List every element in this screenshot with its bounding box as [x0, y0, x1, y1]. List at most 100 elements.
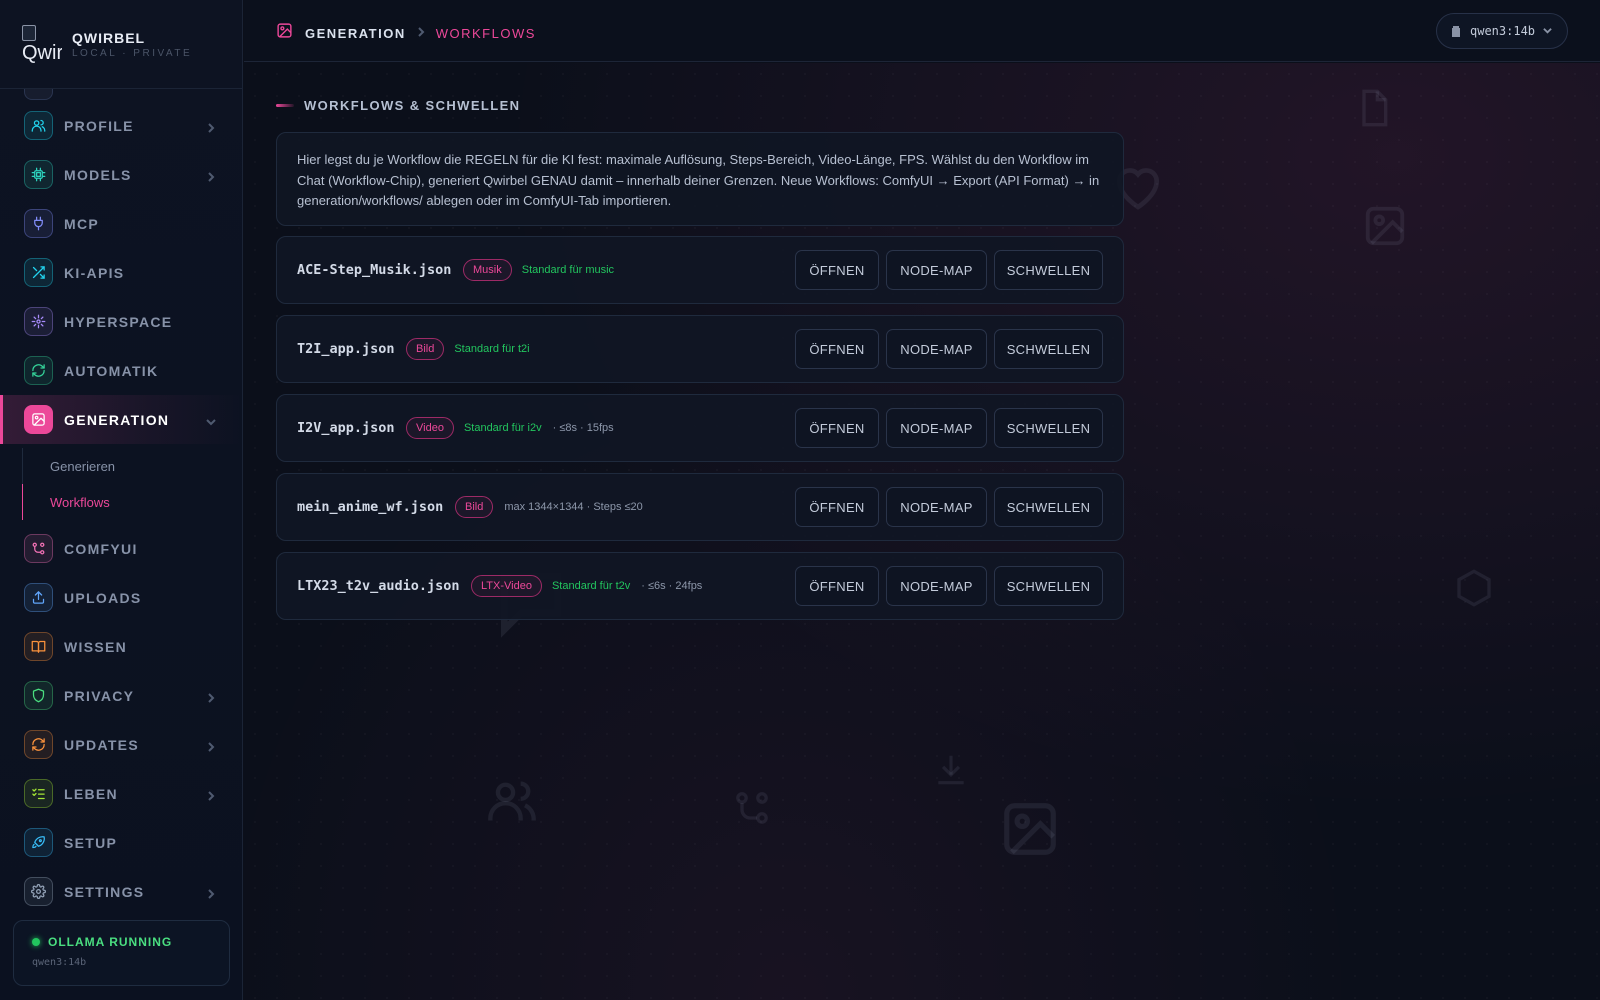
workflow-card: T2I_app.json Bild Standard für t2i ÖFFNEN NO… — [276, 315, 1124, 383]
chevron-right-icon — [206, 169, 216, 182]
sidebar-item-label: KI-APIS — [64, 264, 125, 281]
open-button[interactable]: ÖFFNEN — [795, 487, 879, 527]
thresholds-button[interactable]: SCHWELLEN — [994, 408, 1103, 448]
workflow-actions: ÖFFNEN NODE-MAP SCHWELLEN — [788, 250, 1103, 290]
brand-logo: Qwir — [20, 23, 62, 65]
nodes-icon — [24, 534, 53, 563]
info-card: Hier legst du je Workflow die REGELN für… — [276, 132, 1124, 226]
node-map-button[interactable]: NODE-MAP — [886, 408, 987, 448]
shuffle-icon — [24, 258, 53, 287]
workflow-filename: mein_anime_wf.json — [297, 499, 444, 515]
sidebar-nav: PROFILE MODELS MCP KI-APIS HYPERSPACE AUTOMAT… — [0, 89, 243, 916]
model-selector[interactable]: qwen3:14b — [1436, 13, 1568, 49]
shield-icon — [24, 681, 53, 710]
sidebar-item-profile[interactable]: PROFILE — [0, 101, 243, 150]
sidebar-item-uploads[interactable]: UPLOADS — [0, 573, 243, 622]
sidebar-item-label: COMFYUI — [64, 540, 138, 557]
sidebar-item-wissen[interactable]: WISSEN — [0, 622, 243, 671]
subnav-item-generieren[interactable]: Generieren — [23, 448, 243, 484]
sidebar-item-label: PRIVACY — [64, 687, 135, 704]
workflow-default-label: Standard für i2v — [463, 422, 542, 434]
brand-text: QWIRBEL LOCAL · PRIVATE — [72, 30, 192, 59]
rocket-icon — [24, 828, 53, 857]
file-icon — [1354, 86, 1394, 135]
chevron-right-icon — [206, 120, 216, 133]
sidebar-item-models[interactable]: MODELS — [0, 150, 243, 199]
sidebar-item-leben[interactable]: LEBEN — [0, 769, 243, 818]
workflow-actions: ÖFFNEN NODE-MAP SCHWELLEN — [788, 566, 1103, 606]
workflow-default-label: Standard für t2v — [551, 580, 631, 592]
thresholds-button[interactable]: SCHWELLEN — [994, 487, 1103, 527]
chevron-down-icon — [1543, 22, 1552, 40]
sidebar-item-generation[interactable]: GENERATION — [0, 395, 243, 444]
workflow-type-badge: Bild — [406, 338, 445, 360]
status-label: OLLAMA RUNNING — [48, 935, 173, 949]
sidebar-item-label: MODELS — [64, 166, 132, 183]
workflow-meta: Bild Standard für t2i — [406, 338, 530, 360]
chevron-right-icon — [206, 690, 216, 703]
status-dot-icon — [32, 938, 40, 946]
sidebar-item-label: GENERATION — [64, 411, 170, 428]
download-icon — [932, 751, 970, 794]
chevron-right-icon — [206, 739, 216, 752]
sidebar-item-label: SETUP — [64, 834, 118, 851]
workflow-actions: ÖFFNEN NODE-MAP SCHWELLEN — [788, 408, 1103, 448]
sidebar-item-label: UPDATES — [64, 736, 139, 753]
workflow-default-label: Standard für t2i — [454, 343, 530, 355]
sidebar-item-label: SETTINGS — [64, 883, 145, 900]
sidebar-item-automatik[interactable]: AUTOMATIK — [0, 346, 243, 395]
sidebar-item-label: HYPERSPACE — [64, 313, 173, 330]
node-map-button[interactable]: NODE-MAP — [886, 329, 987, 369]
node-map-button[interactable]: NODE-MAP — [886, 487, 987, 527]
breadcrumb-generation[interactable]: GENERATION — [305, 26, 406, 41]
ollama-status: OLLAMA RUNNING qwen3:14b — [13, 920, 230, 986]
topbar: GENERATION WORKFLOWS qwen3:14b — [244, 0, 1600, 62]
node-map-button[interactable]: NODE-MAP — [886, 566, 987, 606]
image-icon — [276, 22, 293, 44]
workflow-filename: ACE-Step_Musik.json — [297, 262, 452, 278]
open-button[interactable]: ÖFFNEN — [795, 250, 879, 290]
refresh-icon — [24, 356, 53, 385]
workflow-limits: · ≤6s · 24fps — [641, 580, 703, 592]
workflow-card: ACE-Step_Musik.json Musik Standard für mus… — [276, 236, 1124, 304]
workflow-card: mein_anime_wf.json Bild max 1344×1344 · St… — [276, 473, 1124, 541]
sidebar-item-comfyui[interactable]: COMFYUI — [0, 524, 243, 573]
open-button[interactable]: ÖFFNEN — [795, 566, 879, 606]
workflow-card: I2V_app.json Video Standard für i2v · ≤8s ·… — [276, 394, 1124, 462]
node-map-button[interactable]: NODE-MAP — [886, 250, 987, 290]
sidebar-item-label: MCP — [64, 215, 100, 232]
broken-image-icon — [22, 25, 36, 41]
workflow-meta: Video Standard für i2v · ≤8s · 15fps — [406, 417, 614, 439]
sidebar-item-settings[interactable]: SETTINGS — [0, 867, 243, 916]
workflow-type-badge: Musik — [463, 259, 512, 281]
brand-name: QWIRBEL — [72, 29, 146, 46]
thresholds-button[interactable]: SCHWELLEN — [994, 329, 1103, 369]
sidebar-item-mcp[interactable]: MCP — [0, 199, 243, 248]
refresh-icon — [24, 730, 53, 759]
open-button[interactable]: ÖFFNEN — [795, 408, 879, 448]
brand[interactable]: Qwir QWIRBEL LOCAL · PRIVATE — [0, 0, 243, 89]
chevron-right-icon — [206, 788, 216, 801]
users-icon — [24, 111, 53, 140]
sidebar-item-setup[interactable]: SETUP — [0, 818, 243, 867]
chevron-right-icon — [416, 24, 426, 42]
sidebar-item-privacy[interactable]: PRIVACY — [0, 671, 243, 720]
image-icon — [999, 798, 1061, 865]
workflow-meta: Bild max 1344×1344 · Steps ≤20 — [455, 496, 643, 518]
sidebar-item-updates[interactable]: UPDATES — [0, 720, 243, 769]
open-button[interactable]: ÖFFNEN — [795, 329, 879, 369]
model-icon — [1451, 25, 1461, 37]
gear-icon — [24, 877, 53, 906]
subnav-item-workflows[interactable]: Workflows — [23, 484, 243, 520]
nav-scroll-peek — [0, 89, 243, 101]
sidebar-item-hyperspace[interactable]: HYPERSPACE — [0, 297, 243, 346]
sidebar-item-ki-apis[interactable]: KI-APIS — [0, 248, 243, 297]
thresholds-button[interactable]: SCHWELLEN — [994, 566, 1103, 606]
sidebar-item-label: LEBEN — [64, 785, 118, 802]
brand-subtitle: LOCAL · PRIVATE — [72, 47, 193, 59]
section-title: WORKFLOWS & SCHWELLEN — [304, 98, 521, 113]
breadcrumb: GENERATION WORKFLOWS — [276, 22, 536, 44]
chip-icon — [24, 160, 53, 189]
thresholds-button[interactable]: SCHWELLEN — [994, 250, 1103, 290]
workflow-limits: max 1344×1344 · Steps ≤20 — [504, 501, 643, 513]
